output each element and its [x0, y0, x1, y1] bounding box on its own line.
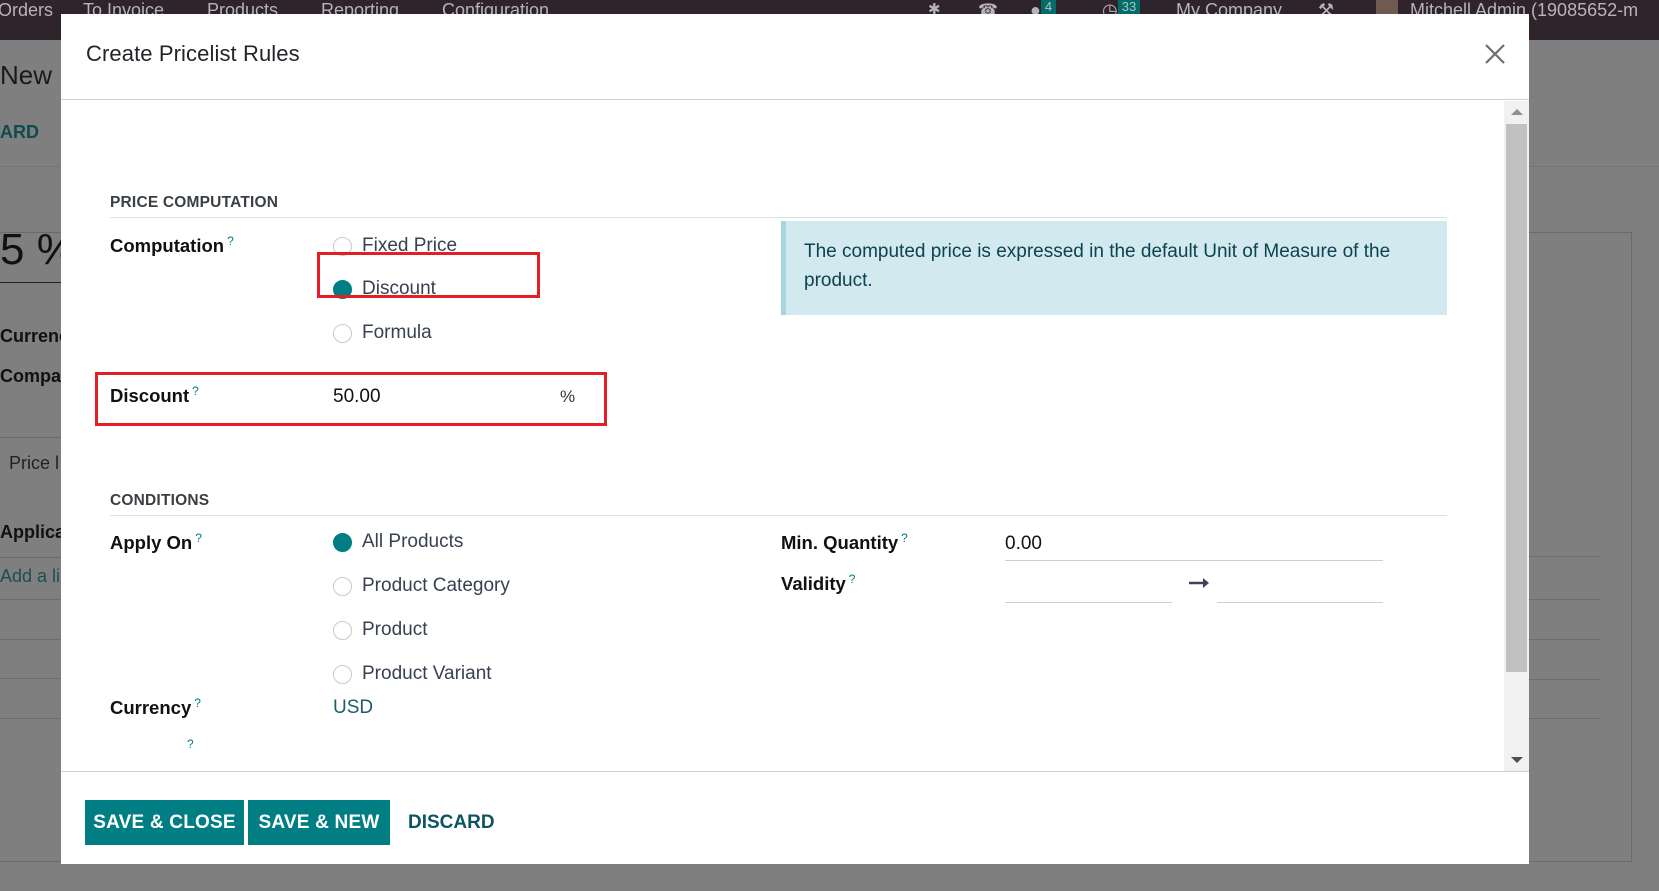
radio-product[interactable]: Product	[333, 619, 427, 641]
help-tooltip-icon[interactable]: ?	[901, 531, 908, 545]
dialog-title: Create Pricelist Rules	[86, 41, 300, 66]
help-tooltip-icon[interactable]: ?	[849, 572, 856, 586]
input-underline	[1217, 602, 1383, 603]
min-quantity-label: Min. Quantity?	[781, 531, 908, 554]
radio-label: Formula	[362, 322, 432, 343]
discount-label-text: Discount	[110, 385, 190, 407]
radio-button-checked[interactable]	[333, 532, 352, 552]
input-underline	[1005, 602, 1172, 603]
radio-product-category[interactable]: Product Category	[333, 575, 510, 597]
scroll-thumb[interactable]	[1506, 124, 1527, 672]
currency-label-text: Currency	[110, 697, 192, 719]
apply-on-label-text: Apply On	[110, 532, 193, 554]
radio-fixed-price[interactable]: Fixed Price	[333, 235, 457, 257]
apply-on-label: Apply On?	[110, 531, 202, 554]
divider	[0, 282, 61, 283]
divider	[0, 639, 61, 640]
min-quantity-label-text: Min. Quantity	[781, 532, 899, 554]
close-button[interactable]	[1481, 40, 1509, 68]
divider	[0, 678, 61, 679]
radio-button-unchecked[interactable]	[333, 323, 352, 343]
radio-label: Discount	[362, 278, 436, 299]
percent-unit: %	[560, 387, 576, 406]
validity-label-text: Validity	[781, 573, 846, 595]
dialog-header: Create Pricelist Rules	[61, 14, 1529, 100]
close-icon	[1485, 44, 1505, 64]
help-tooltip-icon[interactable]: ?	[227, 234, 234, 248]
avatar[interactable]	[1376, 0, 1398, 14]
add-line-link[interactable]: Add a li	[0, 566, 60, 587]
radio-product-variant[interactable]: Product Variant	[333, 663, 492, 685]
radio-button-unchecked[interactable]	[333, 576, 352, 596]
company-label-partial: ?	[110, 737, 194, 760]
input-underline	[1005, 560, 1383, 561]
uom-info-alert: The computed price is expressed in the d…	[781, 221, 1447, 315]
wizard-button[interactable]: ARD	[0, 122, 39, 143]
help-tooltip-icon[interactable]: ?	[192, 384, 199, 398]
save-and-new-button[interactable]: SAVE & NEW	[248, 800, 390, 845]
discount-label: Discount?	[110, 384, 199, 407]
divider	[0, 599, 61, 600]
divider	[1529, 679, 1601, 680]
radio-label: Product Category	[362, 575, 510, 596]
divider	[0, 557, 61, 558]
messages-badge: 4	[1040, 0, 1057, 14]
radio-label: Product	[362, 619, 428, 640]
validity-end-date-input[interactable]	[1217, 573, 1382, 599]
radio-button-unchecked[interactable]	[333, 664, 352, 684]
radio-label: Product Variant	[362, 663, 492, 684]
divider	[1529, 639, 1601, 640]
divider	[0, 718, 61, 719]
discard-button[interactable]: DISCARD	[408, 800, 495, 845]
applicable-header: Applica	[0, 522, 66, 542]
help-tooltip-icon[interactable]: ?	[194, 696, 201, 710]
radio-button-unchecked[interactable]	[333, 236, 352, 256]
section-separator	[110, 515, 1447, 516]
dialog-footer: SAVE & CLOSE SAVE & NEW DISCARD	[61, 771, 1529, 864]
tab-price-rules[interactable]: Price l	[9, 453, 59, 474]
activities-badge: 33	[1117, 0, 1141, 14]
radio-all-products[interactable]: All Products	[333, 531, 463, 553]
divider	[1529, 599, 1601, 600]
currency-label: Currency?	[110, 696, 201, 719]
conditions-heading: CONDITIONS	[110, 492, 210, 509]
scroll-down-arrow-icon[interactable]	[1511, 757, 1523, 763]
divider	[1529, 556, 1601, 557]
divider	[1529, 718, 1601, 719]
computation-label: Computation?	[110, 234, 234, 257]
radio-label: All Products	[362, 531, 464, 552]
breadcrumb-new: New	[0, 60, 53, 90]
validity-label: Validity?	[781, 572, 855, 595]
divider	[0, 437, 61, 438]
scroll-up-arrow-icon[interactable]	[1511, 109, 1523, 115]
computation-label-text: Computation	[110, 235, 225, 257]
arrow-right-icon	[1189, 578, 1209, 588]
save-and-close-button[interactable]: SAVE & CLOSE	[85, 800, 244, 845]
create-pricelist-rules-dialog: Create Pricelist Rules PRICE COMPUTATION…	[61, 14, 1529, 864]
min-quantity-input[interactable]: 0.00	[1005, 533, 1042, 555]
radio-button-unchecked[interactable]	[333, 620, 352, 640]
section-separator	[110, 217, 1447, 218]
currency-value-link[interactable]: USD	[333, 697, 373, 719]
price-computation-heading: PRICE COMPUTATION	[110, 194, 279, 211]
menu-orders[interactable]: Orders	[0, 0, 53, 21]
discount-input[interactable]: 50.00	[333, 386, 381, 408]
radio-discount[interactable]: Discount	[333, 278, 436, 300]
help-tooltip-icon[interactable]: ?	[195, 531, 202, 545]
radio-button-checked[interactable]	[333, 279, 352, 299]
dialog-scrollbar[interactable]	[1504, 101, 1529, 771]
help-tooltip-icon[interactable]: ?	[187, 737, 194, 751]
dialog-body: PRICE COMPUTATION Computation? Fixed Pri…	[61, 101, 1529, 771]
validity-start-date-input[interactable]	[1005, 573, 1170, 599]
radio-label: Fixed Price	[362, 235, 458, 256]
radio-formula[interactable]: Formula	[333, 322, 432, 344]
